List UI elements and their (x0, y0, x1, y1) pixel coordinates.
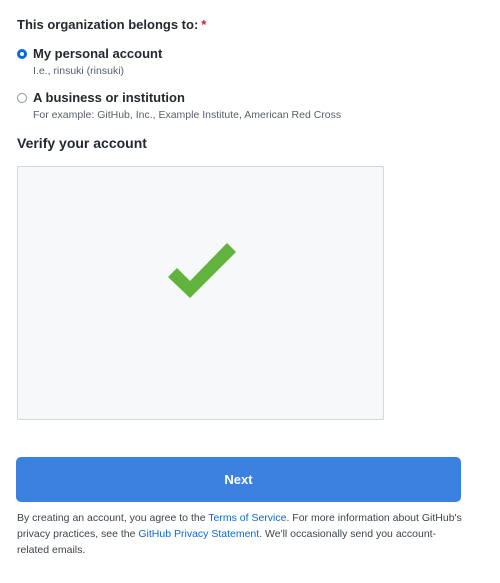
terms-of-service-link[interactable]: Terms of Service (208, 512, 286, 524)
next-button[interactable]: Next (16, 457, 461, 502)
privacy-statement-link[interactable]: GitHub Privacy Statement (138, 528, 259, 540)
checkmark-icon (168, 243, 236, 298)
radio-button-unselected-icon[interactable] (17, 93, 27, 103)
legal-text-before: By creating an account, you agree to the (17, 512, 209, 524)
radio-button-selected-icon[interactable] (17, 49, 27, 59)
radio-option-note: For example: GitHub, Inc., Example Insti… (33, 109, 342, 121)
radio-option-note: I.e., rinsuki (rinsuki) (33, 65, 125, 77)
org-owner-label-text: This organization belongs to: (17, 17, 199, 32)
radio-option-title: A business or institution (33, 90, 185, 105)
verify-account-heading: Verify your account (17, 135, 147, 151)
required-marker: * (201, 17, 207, 32)
create-organization-form: This organization belongs to: * My person… (0, 0, 500, 583)
radio-option-title: My personal account (33, 46, 163, 61)
legal-notice: By creating an account, you agree to the… (17, 510, 467, 558)
org-owner-label: This organization belongs to: * (17, 17, 206, 32)
verification-captcha-frame[interactable] (17, 166, 384, 420)
